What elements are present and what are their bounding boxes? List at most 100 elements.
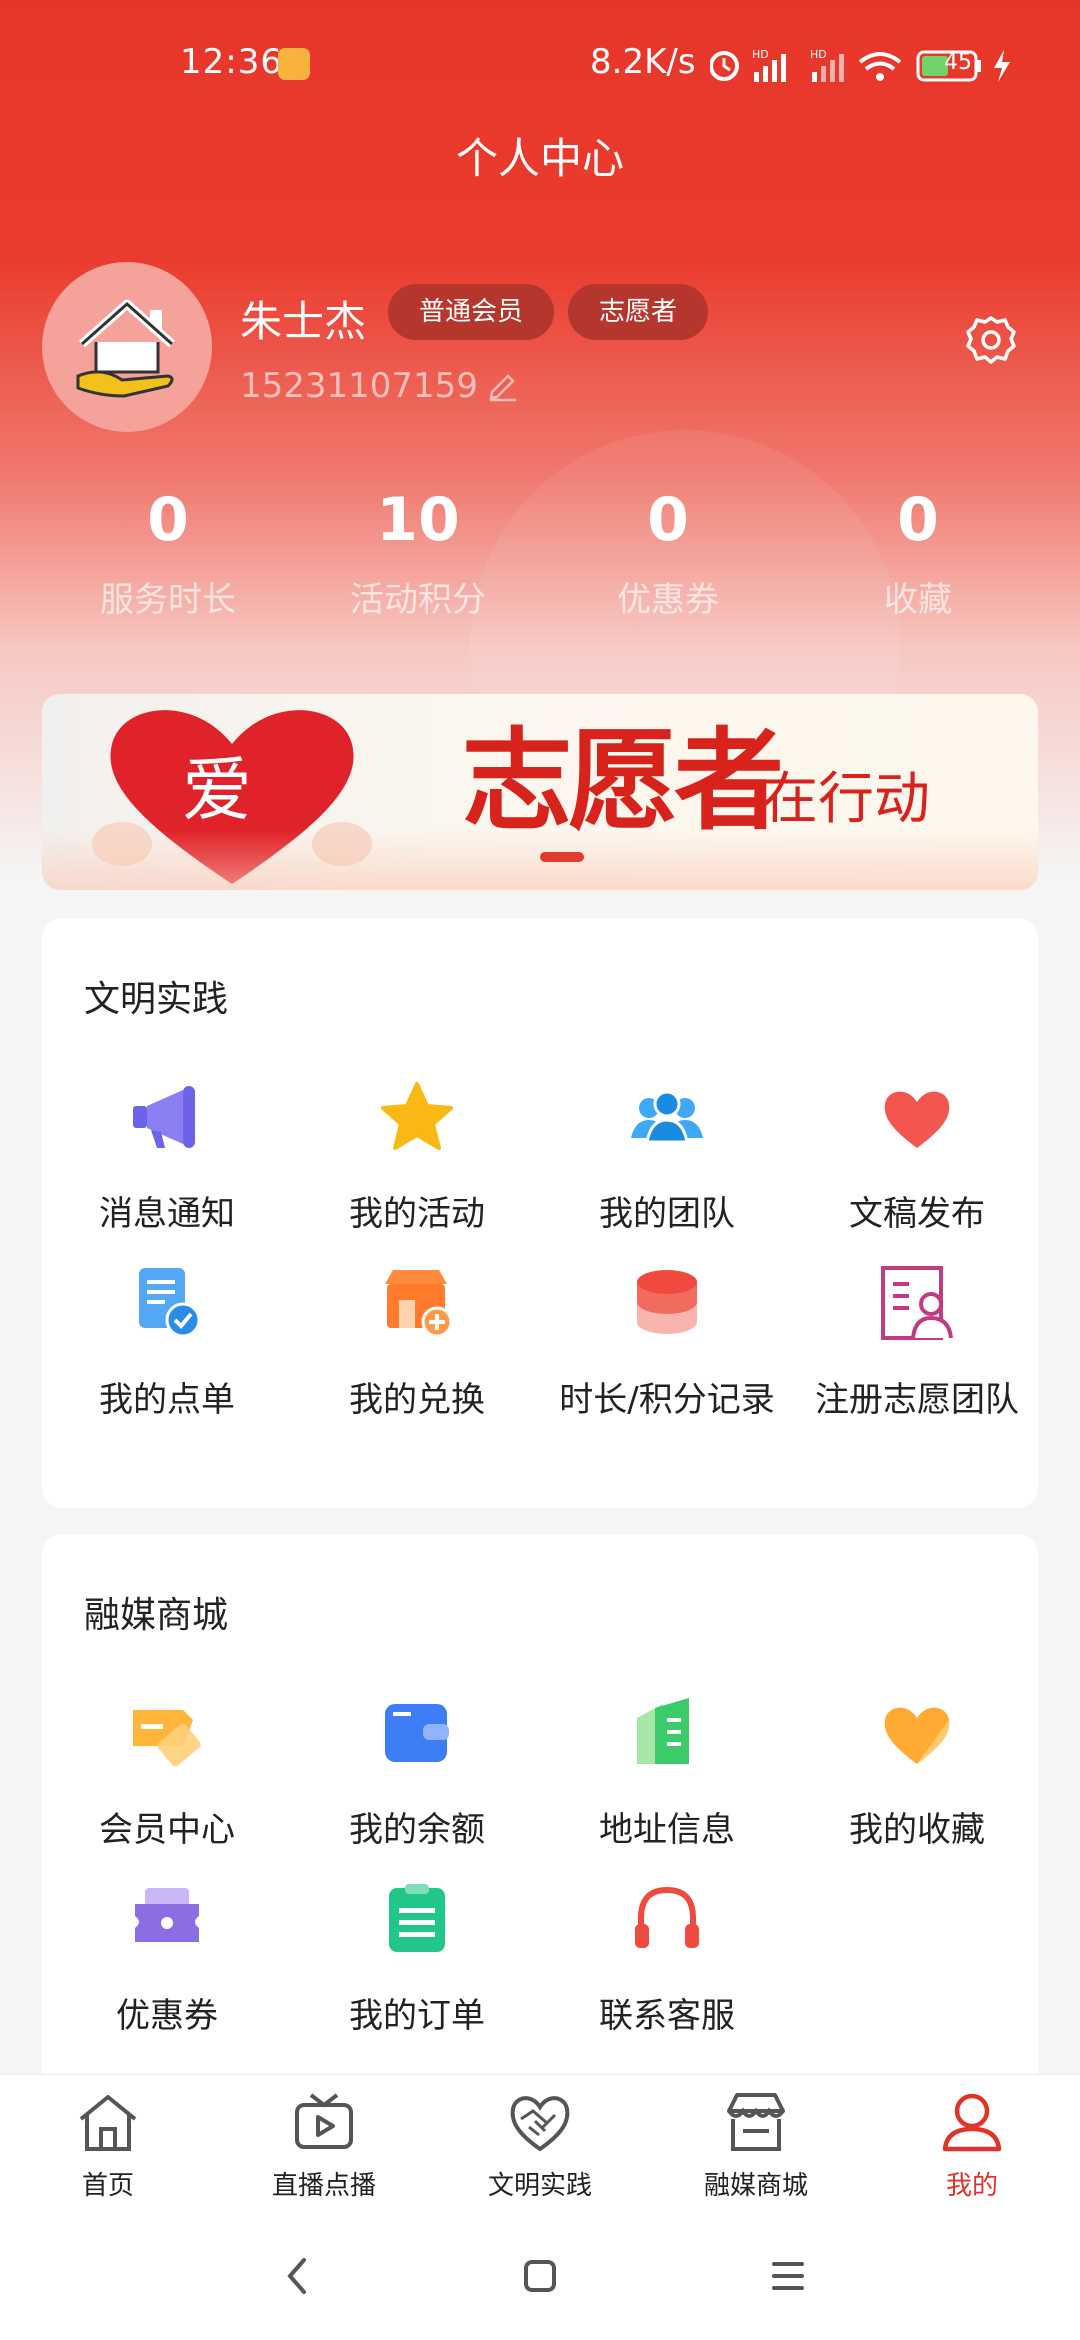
tab-live-vod[interactable]: 直播点播 [234,2089,414,2202]
home-nav-icon[interactable] [522,2256,558,2296]
status-bar: 12:36 8.2K/s HD HD 45 [0,38,1080,88]
stat-service-hours[interactable]: 0 服务时长 [48,480,288,621]
stat-value: 0 [647,485,689,555]
user-phone: 15231107159 [240,366,478,406]
grid-item-register-team[interactable]: 注册志愿团队 [792,1264,1042,1421]
user-name: 朱士杰 [240,297,367,346]
favorite-heart-icon [884,1707,950,1764]
grid-item-my-favorites[interactable]: 我的收藏 [792,1694,1042,1851]
menu-icon[interactable] [770,2256,806,2296]
grid-item-notifications[interactable]: 消息通知 [42,1078,292,1235]
user-icon [942,2093,1002,2152]
tab-label: 直播点播 [271,2171,376,2201]
grid-item-my-team[interactable]: 我的团队 [542,1078,792,1235]
edit-icon[interactable] [486,368,520,402]
wallet-icon [385,1704,449,1762]
tab-mine[interactable]: 我的 [882,2089,1062,2202]
civilization-practice-card: 文明实践 消息通知 我的活动 我的团队 文稿发布 我的点单 我的兑换 时长/积分… [42,918,1038,1508]
star-icon [381,1082,453,1150]
grid-item-label: 时长/积分记录 [559,1380,775,1420]
member-card-icon [133,1710,201,1767]
section-title: 文明实践 [84,979,229,1020]
tab-media-mall[interactable]: 融媒商城 [666,2089,846,2202]
status-icons: HD HD [710,48,1010,82]
coin-stack-icon [637,1270,697,1334]
volunteer-badge: 志愿者 [568,284,708,340]
stat-label: 优惠券 [617,580,719,620]
carousel-indicator[interactable] [540,852,584,862]
team-icon [631,1090,703,1144]
stat-value: 10 [376,485,460,555]
tv-icon [295,2093,353,2149]
stat-favorites[interactable]: 0 收藏 [798,480,1038,621]
grid-item-my-exchange[interactable]: 我的兑换 [292,1264,542,1421]
store-icon [727,2093,785,2151]
status-time: 12:36 [180,42,283,82]
system-nav-bar [0,2210,1080,2340]
grid-item-label: 我的兑换 [349,1380,485,1420]
grid-item-label: 我的收藏 [849,1810,985,1850]
grid-item-label: 我的团队 [599,1194,735,1234]
stat-label: 收藏 [884,580,952,620]
stat-label: 活动积分 [350,580,486,620]
grid-item-customer-service[interactable]: 联系客服 [542,1880,792,2037]
megaphone-icon [133,1086,195,1148]
order-doc-icon [139,1268,201,1338]
grid-item-label: 我的订单 [349,1996,485,2036]
network-speed: 8.2K/s [590,42,696,82]
avatar[interactable] [42,262,212,432]
grid-item-label: 我的活动 [349,1194,485,1234]
stat-value: 0 [897,485,939,555]
stat-label: 服务时长 [100,580,236,620]
grid-item-member-center[interactable]: 会员中心 [42,1694,292,1851]
grid-item-publish-article[interactable]: 文稿发布 [792,1078,1042,1235]
banner-slogan-tail: 在行动 [762,767,930,832]
grid-item-my-orders-service[interactable]: 我的点单 [42,1264,292,1421]
page-title: 个人中心 [455,134,624,183]
volunteer-banner[interactable]: 爱 志愿者 在行动 [42,694,1038,890]
stat-coupons[interactable]: 0 优惠券 [548,480,788,621]
home-icon [79,2095,137,2151]
grid-item-address-info[interactable]: 地址信息 [542,1694,792,1851]
order-list-icon [389,1884,445,1952]
coupon-icon [135,1888,199,1942]
grid-item-hours-points-record[interactable]: 时长/积分记录 [542,1264,792,1421]
heart-icon [884,1091,950,1148]
member-badge: 普通会员 [388,284,554,340]
grid-item-label: 地址信息 [599,1810,735,1850]
tab-label: 首页 [81,2171,134,2201]
section-title: 融媒商城 [84,1595,229,1636]
shop-exchange-icon [385,1270,453,1338]
gear-icon[interactable] [964,314,1018,368]
grid-item-label: 文稿发布 [849,1194,985,1234]
tab-civilization[interactable]: 文明实践 [450,2089,630,2202]
stat-activity-points[interactable]: 10 活动积分 [298,480,538,621]
tab-label: 我的 [945,2171,998,2201]
headset-icon [635,1886,699,1948]
svg-text:HD: HD [752,48,769,61]
address-book-icon [637,1698,689,1764]
grid-item-my-balance[interactable]: 我的余额 [292,1694,542,1851]
grid-item-label: 注册志愿团队 [815,1380,1019,1420]
grid-item-label: 会员中心 [99,1810,235,1850]
grid-item-label: 优惠券 [116,1996,218,2036]
grid-item-my-orders[interactable]: 我的订单 [292,1880,542,2037]
back-icon[interactable] [282,2256,312,2296]
house-hand-icon [76,299,175,398]
grid-item-label: 我的点单 [99,1380,235,1420]
heart-text: 爱 [182,749,252,831]
battery-level: 45 [944,50,972,75]
grid-item-coupons[interactable]: 优惠券 [42,1880,292,2037]
grid-item-label: 我的余额 [349,1810,485,1850]
grid-item-my-activities[interactable]: 我的活动 [292,1078,542,1235]
svg-text:HD: HD [810,48,827,61]
media-mall-card: 融媒商城 会员中心 我的余额 地址信息 我的收藏 优惠券 我的订单 联系客服 [42,1534,1038,2134]
bottom-tab-bar: 首页 直播点播 文明实践 融媒商城 我的 [0,2074,1080,2210]
stat-value: 0 [147,485,189,555]
notification-app-icon [278,48,310,80]
register-team-icon [881,1266,953,1340]
handshake-heart-icon [510,2096,570,2152]
grid-item-label: 联系客服 [599,1996,735,2036]
grid-item-label: 消息通知 [99,1194,235,1234]
tab-home[interactable]: 首页 [18,2089,198,2202]
